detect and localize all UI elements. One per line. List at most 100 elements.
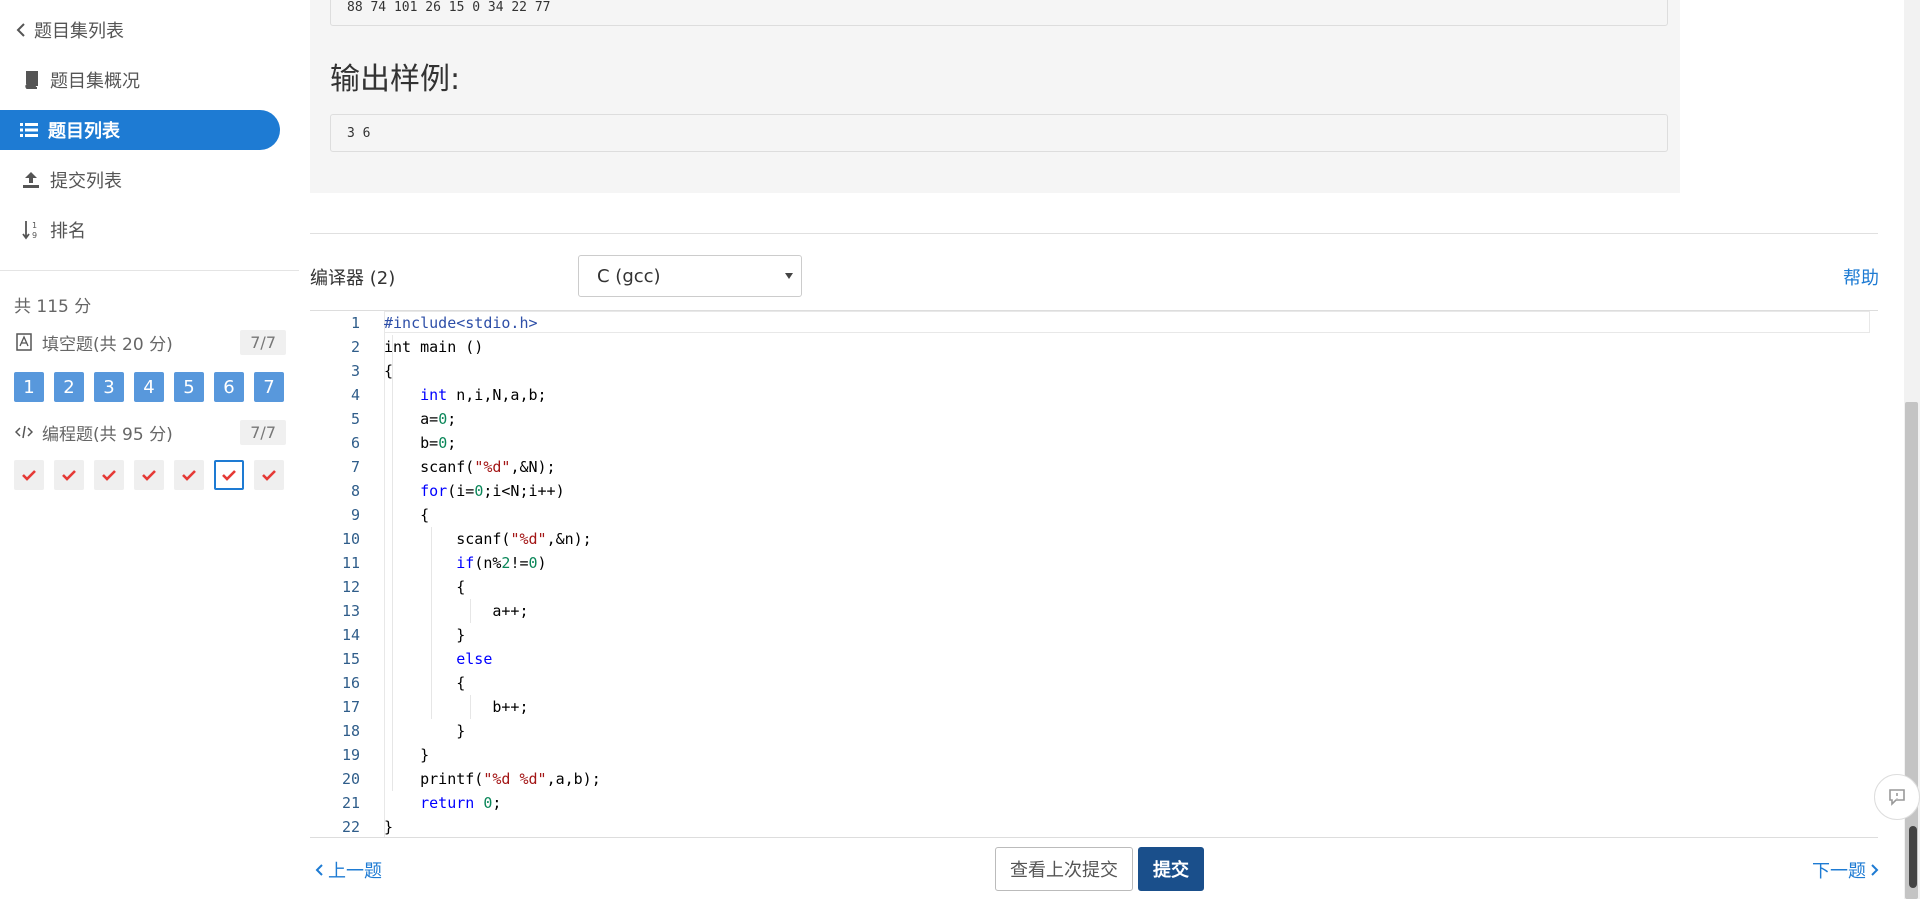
fill-blank-section-header: 填空题(共 20 分) 7/7 — [14, 327, 286, 357]
check-icon — [22, 470, 36, 481]
fill-blank-question-3[interactable]: 3 — [94, 372, 124, 402]
programming-question-5[interactable] — [174, 460, 204, 490]
back-label: 题目集列表 — [34, 21, 124, 42]
line-number: 6 — [350, 434, 360, 452]
line-number: 9 — [350, 506, 360, 524]
check-icon — [142, 470, 156, 481]
code-line-17: b++; — [384, 698, 529, 716]
page-scrollbar-thumb[interactable] — [1905, 402, 1918, 899]
sidebar-item-problem-list[interactable]: 题目列表 — [0, 110, 280, 150]
programming-question-7[interactable] — [254, 460, 284, 490]
fill-blank-question-5[interactable]: 5 — [174, 372, 204, 402]
sidebar-item-label: 提交列表 — [50, 171, 122, 192]
code-line-16: { — [384, 674, 466, 692]
sample-input-box: 88 74 101 26 15 0 34 22 77 — [330, 0, 1668, 26]
active-line-highlight — [384, 311, 1870, 333]
programming-question-6-active[interactable] — [214, 460, 244, 490]
line-number: 1 — [350, 314, 360, 332]
sidebar: 题目集列表 题目集概况 题目列表 提交列表 1 9 排名 共 115 分 填空题… — [0, 0, 299, 899]
check-icon — [262, 470, 276, 481]
line-number: 8 — [350, 482, 360, 500]
check-icon — [102, 470, 116, 481]
line-number: 2 — [350, 338, 360, 356]
code-line-15: else — [456, 650, 493, 668]
total-score: 共 115 分 — [14, 297, 92, 317]
language-select[interactable]: C (gcc) — [578, 255, 802, 297]
code-text-area[interactable]: #include<stdio.h> int main () { int n,i,… — [384, 311, 1878, 837]
line-number: 18 — [341, 722, 360, 740]
svg-text:9: 9 — [32, 231, 37, 240]
back-to-problem-sets[interactable]: 题目集列表 — [14, 10, 124, 50]
programming-question-grid — [14, 460, 284, 490]
book-icon — [20, 71, 42, 89]
sample-input-value: 88 74 101 26 15 0 34 22 77 — [347, 0, 551, 15]
fill-blank-section-label: 填空题(共 20 分) — [42, 334, 173, 355]
code-line-3: { — [384, 362, 394, 380]
previous-problem-link[interactable]: 上一题 — [314, 857, 382, 883]
sample-output-box: 3 6 — [330, 114, 1668, 152]
line-number: 11 — [341, 554, 360, 572]
programming-question-1[interactable] — [14, 460, 44, 490]
code-line-21: return 0; — [420, 794, 502, 812]
line-number: 21 — [341, 794, 360, 812]
fill-blank-question-1[interactable]: 1 — [14, 372, 44, 402]
sidebar-divider — [0, 270, 299, 271]
language-select-value: C (gcc) — [597, 265, 661, 287]
chevron-left-icon — [315, 864, 323, 876]
code-icon — [14, 425, 34, 439]
chevron-right-icon — [1871, 864, 1879, 876]
check-icon — [182, 470, 196, 481]
view-last-submission-button[interactable]: 查看上次提交 — [995, 847, 1133, 891]
line-number: 5 — [350, 410, 360, 428]
sample-output-heading: 输出样例: — [330, 62, 461, 97]
sidebar-item-label: 排名 — [50, 221, 86, 242]
line-number: 14 — [341, 626, 360, 644]
code-line-13: a++; — [384, 602, 529, 620]
fill-blank-count: 7/7 — [240, 329, 286, 355]
fill-blank-question-2[interactable]: 2 — [54, 372, 84, 402]
caret-down-icon — [785, 273, 793, 279]
code-line-11: if(n%2!=0) — [456, 554, 547, 572]
sidebar-item-submissions[interactable]: 提交列表 — [20, 160, 122, 200]
code-editor[interactable]: 1 2 3 4 5 6 7 8 9 10 11 12 13 14 15 16 1… — [310, 310, 1878, 838]
sidebar-item-rank[interactable]: 1 9 排名 — [20, 210, 86, 250]
line-number: 22 — [341, 818, 360, 836]
fill-blank-question-6[interactable]: 6 — [214, 372, 244, 402]
submit-button[interactable]: 提交 — [1138, 847, 1204, 891]
svg-text:1: 1 — [32, 221, 37, 230]
next-problem-label: 下一题 — [1812, 861, 1866, 882]
line-number: 3 — [350, 362, 360, 380]
line-number: 20 — [341, 770, 360, 788]
code-line-5: a=0; — [384, 410, 457, 428]
line-number: 16 — [341, 674, 360, 692]
problem-samples-panel: 88 74 101 26 15 0 34 22 77 输出样例: 3 6 — [310, 0, 1680, 193]
sidebar-item-overview[interactable]: 题目集概况 — [20, 60, 140, 100]
help-link[interactable]: 帮助 — [1843, 264, 1879, 290]
line-number: 17 — [341, 698, 360, 716]
previous-problem-label: 上一题 — [328, 861, 382, 882]
fill-blank-question-7[interactable]: 7 — [254, 372, 284, 402]
editor-scrollbar-thumb[interactable] — [1909, 826, 1917, 888]
code-line-18: } — [384, 722, 466, 740]
programming-question-2[interactable] — [54, 460, 84, 490]
programming-question-4[interactable] — [134, 460, 164, 490]
programming-section-label: 编程题(共 95 分) — [42, 424, 173, 445]
fill-blank-question-4[interactable]: 4 — [134, 372, 164, 402]
code-line-14: } — [384, 626, 466, 644]
code-line-4: int n,i,N,a,b; — [420, 386, 547, 404]
code-line-9: { — [384, 506, 430, 524]
code-line-2: int main () — [384, 338, 484, 356]
section-divider — [310, 233, 1878, 234]
line-number: 4 — [350, 386, 360, 404]
sort-numeric-icon: 1 9 — [20, 220, 42, 240]
next-problem-link[interactable]: 下一题 — [1812, 857, 1880, 883]
code-line-22: } — [384, 818, 394, 836]
feedback-button[interactable] — [1874, 774, 1920, 820]
sidebar-item-label: 题目集概况 — [50, 71, 140, 92]
line-number: 7 — [350, 458, 360, 476]
programming-count: 7/7 — [240, 419, 286, 445]
code-line-1: #include<stdio.h> — [384, 314, 538, 332]
check-icon — [62, 470, 76, 481]
programming-question-3[interactable] — [94, 460, 124, 490]
sidebar-item-label: 题目列表 — [48, 121, 120, 142]
